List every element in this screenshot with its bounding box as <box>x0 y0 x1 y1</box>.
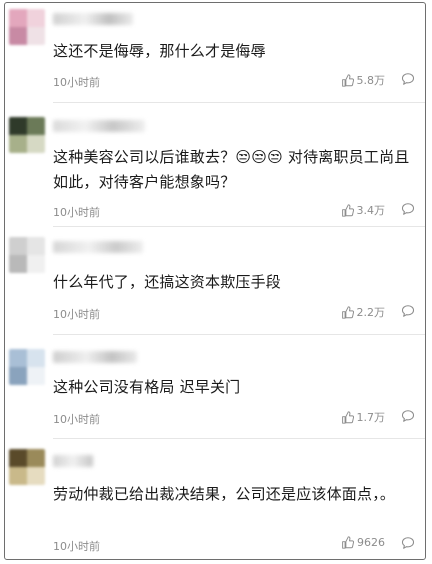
avatar-pixel <box>27 117 45 135</box>
comment-bubble-icon <box>401 304 415 318</box>
reply-button[interactable] <box>401 304 415 318</box>
avatar-pixel <box>27 237 45 255</box>
avatar-pixel <box>27 349 45 367</box>
comment-time: 10小时前 <box>53 308 100 321</box>
username-blurred[interactable] <box>53 351 137 363</box>
avatar-pixel <box>9 467 27 485</box>
avatar[interactable] <box>9 9 45 45</box>
avatar-pixel <box>27 467 45 485</box>
thumbs-up-icon <box>341 305 354 319</box>
comment-item: 劳动仲裁已给出裁决结果，公司还是应该体面点，。 10小时前 9626 <box>5 439 425 559</box>
like-count: 1.7万 <box>356 411 386 424</box>
avatar[interactable] <box>9 237 45 273</box>
like-button[interactable]: 5.8万 <box>341 72 386 88</box>
username-blurred[interactable] <box>53 241 143 253</box>
comment-bubble-icon <box>401 202 415 216</box>
avatar-pixel <box>9 135 27 153</box>
username-blurred[interactable] <box>53 455 93 467</box>
reply-button[interactable] <box>401 72 415 86</box>
like-count: 5.8万 <box>356 74 386 87</box>
avatar[interactable] <box>9 117 45 153</box>
avatar-pixel <box>9 27 27 45</box>
comment-bubble-icon <box>401 409 415 423</box>
thumbs-up-icon <box>341 73 354 87</box>
comment-bubble-icon <box>401 72 415 86</box>
avatar-pixel <box>27 255 45 273</box>
comment-text: 这种公司没有格局 迟早关门 <box>53 378 241 396</box>
like-count: 2.2万 <box>356 306 386 319</box>
comment-text: 劳动仲裁已给出裁决结果，公司还是应该体面点，。 <box>53 485 396 503</box>
like-button[interactable]: 1.7万 <box>341 409 386 425</box>
comment-time: 10小时前 <box>53 76 100 89</box>
avatar-pixel <box>9 9 27 27</box>
avatar-pixel <box>27 135 45 153</box>
username-blurred[interactable] <box>53 120 145 132</box>
avatar-pixel <box>27 367 45 385</box>
avatar-pixel <box>9 449 27 467</box>
avatar[interactable] <box>9 349 45 385</box>
reply-button[interactable] <box>401 536 415 550</box>
comment-feed: 这还不是侮辱，那什么才是侮辱 10小时前 5.8万 这种美容公司以后谁敢去？😒😒… <box>4 2 426 560</box>
avatar-pixel <box>9 367 27 385</box>
thumbs-up-icon <box>341 410 354 424</box>
avatar-pixel <box>9 349 27 367</box>
avatar-pixel <box>27 27 45 45</box>
avatar-pixel <box>27 449 45 467</box>
like-button[interactable]: 9626 <box>341 536 385 549</box>
comment-text: 这种美容公司以后谁敢去？😒😒😒 对待离职员工尚且如此，对待客户能想象吗？ <box>53 148 410 191</box>
reply-button[interactable] <box>401 409 415 423</box>
like-button[interactable]: 3.4万 <box>341 202 386 218</box>
comment-item: 这还不是侮辱，那什么才是侮辱 10小时前 5.8万 <box>5 3 425 103</box>
avatar-pixel <box>9 237 27 255</box>
like-count: 3.4万 <box>356 204 386 217</box>
reply-button[interactable] <box>401 202 415 216</box>
like-count: 9626 <box>357 536 385 549</box>
comment-text: 这还不是侮辱，那什么才是侮辱 <box>53 42 266 60</box>
comment-bubble-icon <box>401 536 415 550</box>
avatar-pixel <box>27 9 45 27</box>
avatar[interactable] <box>9 449 45 485</box>
comment-time: 10小时前 <box>53 206 100 219</box>
username-blurred[interactable] <box>53 13 133 25</box>
avatar-pixel <box>9 117 27 135</box>
thumbs-up-icon <box>341 203 354 217</box>
comment-item: 什么年代了，还搞这资本欺压手段 10小时前 2.2万 <box>5 227 425 335</box>
thumbs-up-icon <box>341 536 354 549</box>
comment-time: 10小时前 <box>53 540 100 553</box>
comment-time: 10小时前 <box>53 413 100 426</box>
comment-text: 什么年代了，还搞这资本欺压手段 <box>53 273 282 291</box>
like-button[interactable]: 2.2万 <box>341 304 386 320</box>
avatar-pixel <box>9 255 27 273</box>
comment-item: 这种公司没有格局 迟早关门 10小时前 1.7万 <box>5 335 425 439</box>
comment-item: 这种美容公司以后谁敢去？😒😒😒 对待离职员工尚且如此，对待客户能想象吗？ 10小… <box>5 103 425 227</box>
